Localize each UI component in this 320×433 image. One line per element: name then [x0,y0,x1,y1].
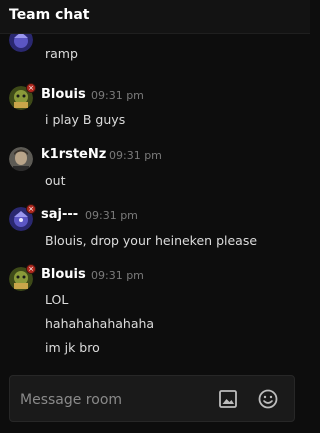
chat-header: Team chat [0,0,310,34]
message-username[interactable]: Blouis [41,267,86,282]
message-text: i play B guys [45,112,126,127]
emoji-icon[interactable] [257,388,279,410]
message-username[interactable]: k1rsteNz [41,147,106,162]
message-text: im jk bro [45,340,100,355]
message-text: hahahahahahaha [45,316,155,331]
chat-log[interactable]: ramp × Blouis 09:31 pm i play B guys k1r… [0,34,310,364]
message-text: out [45,173,66,188]
image-icon[interactable] [217,388,239,410]
message-username[interactable]: Blouis [41,87,86,102]
status-badge: × [26,204,36,214]
avatar[interactable] [9,34,33,52]
avatar[interactable] [9,147,33,171]
avatar[interactable]: × [9,204,36,231]
avatar[interactable]: × [9,264,36,291]
message-input[interactable] [18,387,208,413]
avatar[interactable]: × [9,83,36,110]
status-badge: × [26,264,36,274]
message-timestamp: 09:31 pm [91,89,144,102]
message-text: Blouis, drop your heineken please [45,233,258,248]
message-text: ramp [45,46,78,61]
message-timestamp: 09:31 pm [109,149,162,162]
message-timestamp: 09:31 pm [85,209,138,222]
message-composer [9,375,295,422]
message-timestamp: 09:31 pm [91,269,144,282]
photo-avatar-icon [9,147,33,171]
message-text: LOL [45,292,69,307]
chat-title: Team chat [9,7,90,23]
status-badge: × [26,83,36,93]
purple-hero-avatar-icon [9,34,33,52]
message-username[interactable]: saj--- [41,207,78,222]
